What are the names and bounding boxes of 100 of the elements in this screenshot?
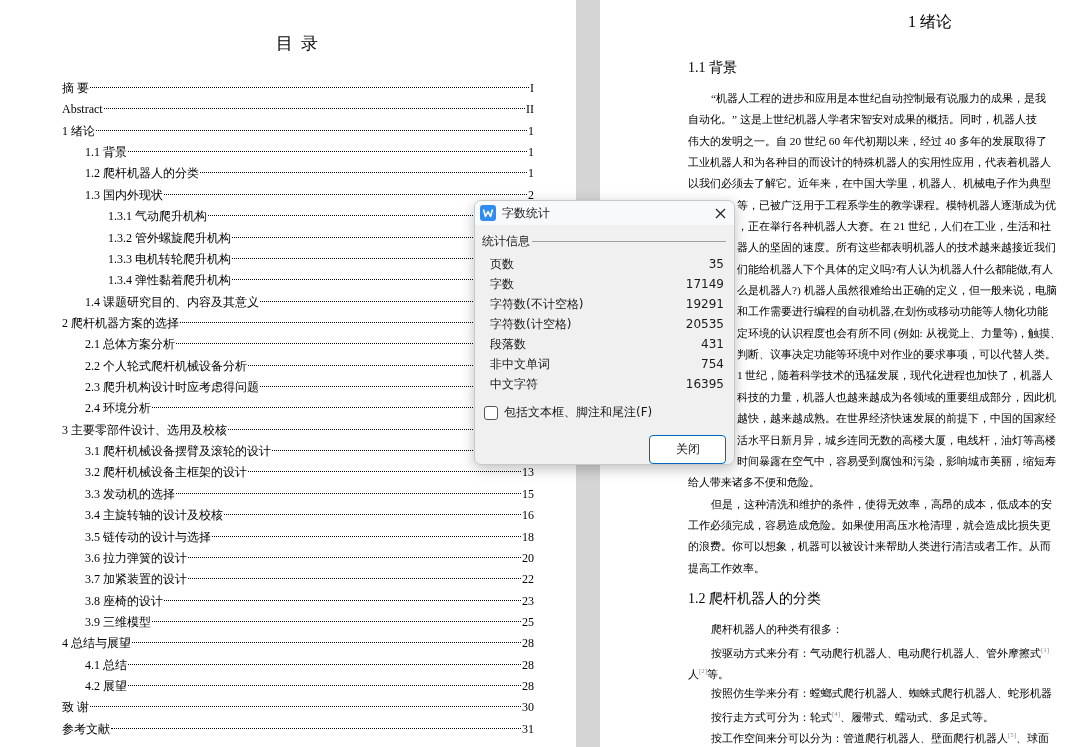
stat-label: 字符数(计空格) <box>490 316 572 333</box>
page-number: I <box>530 80 534 97</box>
body-text-line: 器人的坚固的速度。所有这些都表明机器人的技术越来越接近我们 <box>737 241 1056 254</box>
stat-value: 19291 <box>685 296 724 313</box>
toc-entry[interactable]: 3.9 三维模型 <box>85 612 151 634</box>
page-number: 22 <box>522 571 534 589</box>
toc-entry[interactable]: 2.4 环境分析 <box>85 398 151 420</box>
toc-entry[interactable]: 2.1 总体方案分析 <box>85 334 175 356</box>
page-number: II <box>526 101 534 119</box>
stat-value: 431 <box>701 336 724 353</box>
body-text-line: 按工作空间来分可以分为：管道爬行机器人、壁面爬行机器人$^{[5]}$、球面 <box>711 732 1050 745</box>
body-text-line: 越快，越来越成熟。在世界经济快速发展的前提下，中国的国家经 <box>737 412 1056 425</box>
body-text-line: 等，已被广泛用于工程系学生的教学课程。模特机器人逐渐成为优 <box>737 198 1056 211</box>
toc-entry[interactable]: 1.3.1 气动爬升机构 <box>108 206 207 228</box>
toc-entry[interactable]: 3.7 加紧装置的设计 <box>85 569 187 591</box>
toc-entry[interactable]: 3.4 主旋转轴的设计及校核 <box>85 505 223 527</box>
page-number: 1 <box>528 144 534 162</box>
body-text-line: 的浪费。你可以想象，机器可以被设计来帮助人类进行清洁或者工作。从而 <box>688 540 1051 553</box>
body-text-line: 定环境的认识程度也会有所不同 (例如: 从视觉上、力量等)，触摸、 <box>737 326 1062 339</box>
toc-entry[interactable]: 3.3 发动机的选择 <box>85 483 175 506</box>
toc-entry[interactable]: 4.1 总结 <box>85 654 127 677</box>
page-number: 20 <box>522 549 534 567</box>
toc-entry[interactable]: 摘 要 <box>62 78 89 100</box>
section-heading: 1.2 爬杆机器人的分类 <box>688 589 822 608</box>
stat-label: 非中文单词 <box>490 356 550 373</box>
page-number: 30 <box>522 699 534 717</box>
body-text-line: 以我们必须去了解它。近年来，在中国大学里，机器人、机械电子作为典型 <box>688 177 1051 190</box>
body-text-line: 和工作需要进行编程的自动机器,在划伤或移动功能等人物化功能 <box>737 305 1048 318</box>
toc-entry[interactable]: 1 绪论 <box>62 120 95 143</box>
body-text-line: 时间暴露在空气中，容易受到腐蚀和污染，影响城市美丽，缩短寿 <box>737 454 1056 467</box>
page-number: 2 <box>528 186 534 204</box>
close-dialog-button[interactable]: 关闭 <box>649 435 726 464</box>
toc-entry[interactable]: 致 谢 <box>62 697 89 719</box>
body-text-line: 判断、议事决定功能等环境中对作业的要求事项，可以代替人类。 <box>737 348 1056 361</box>
page-number: 28 <box>522 635 534 653</box>
body-text-line: 自动化。” 这是上世纪机器人学者宋智安对成果的概括。同时，机器人技 <box>688 113 1037 126</box>
toc-entry[interactable]: 3.8 座椅的设计 <box>85 590 163 612</box>
body-text-line: 伟大的发明之一。自 20 世纪 60 年代初期以来，经过 40 多年的发展取得了 <box>688 134 1047 147</box>
toc-entry[interactable]: 4 总结与展望 <box>62 633 131 655</box>
toc-entry[interactable]: 1.2 爬杆机器人的分类 <box>85 163 199 185</box>
body-text-line: 给人带来诸多不便和危险。 <box>688 476 820 489</box>
chapter-heading: 1 绪论 <box>907 12 953 32</box>
body-text-line: 工作必须完成，容易造成危险。如果使用高压水枪清理，就会造成比损失更 <box>688 518 1051 531</box>
body-text-line: 按驱动方式来分有：气动爬行机器人、电动爬行机器人、管外摩擦式$^{[1]}$ <box>711 647 1050 659</box>
stat-label: 字数 <box>490 276 514 293</box>
group-label: 统计信息 <box>482 233 530 250</box>
page-number: 1 <box>528 122 534 140</box>
body-text-line: ，正在举行各种机器人大赛。在 21 世纪，人们在工业，生活和社 <box>737 220 1051 233</box>
body-text-line: 按行走方式可分为：轮式$^{[4]}$、履带式、蠕动式、多足式等。 <box>711 711 995 724</box>
page-number: 16 <box>522 507 534 525</box>
toc-entry[interactable]: 3.2 爬杆机械设备主框架的设计 <box>85 462 247 484</box>
stat-label: 段落数 <box>490 336 526 353</box>
section-heading: 1.1 背景 <box>688 59 738 77</box>
toc-entry[interactable]: 3 主要零部件设计、选用及校核 <box>62 419 227 442</box>
toc-entry[interactable]: 2 爬杆机器方案的选择 <box>62 312 179 335</box>
toc-entry[interactable]: 3.1 爬杆机械设备摆臂及滚轮的设计 <box>85 441 271 463</box>
toc-entry[interactable]: 1.3 国内外现状 <box>85 184 163 207</box>
toc-entry[interactable]: 1.4 课题研究目的、内容及其意义 <box>85 291 259 313</box>
app-logo-icon <box>480 205 496 221</box>
page-number: 31 <box>522 720 534 738</box>
stat-value: 754 <box>701 356 724 373</box>
body-text-line: 工业机器人和为各种目的而设计的特殊机器人的实用性应用，代表着机器人 <box>688 156 1051 169</box>
toc-entry[interactable]: 1.3.4 弹性黏着爬升机构 <box>108 270 231 292</box>
page-number: 25 <box>522 614 534 631</box>
toc-entry[interactable]: 2.2 个人轮式爬杆机械设备分析 <box>85 355 247 378</box>
page-number: 15 <box>522 485 534 503</box>
toc-entry[interactable]: Abstract <box>62 99 103 121</box>
body-text-line: “机器人工程的进步和应用是本世纪自动控制最有说服力的成果，是我 <box>711 92 1046 104</box>
body-text-line: 提高工作效率。 <box>688 561 765 574</box>
stat-label: 页数 <box>490 256 514 273</box>
toc-entry[interactable]: 1.3.2 管外螺旋爬升机构 <box>108 227 231 249</box>
toc-entry[interactable]: 参考文献 <box>62 718 110 741</box>
stat-value: 35 <box>708 256 724 273</box>
close-icon <box>715 207 726 219</box>
stat-value: 20535 <box>685 316 724 333</box>
body-text-line: 么是机器人?) 机器人虽然很难给出正确的定义，但一般来说，电脑 <box>737 284 1057 297</box>
page-number: 28 <box>522 656 534 674</box>
body-text-line: 人$^{[2]}$等。 <box>688 668 730 681</box>
checkbox-label: 包括文本框、脚注和尾注(F) <box>504 404 653 421</box>
toc-title: 目 录 <box>274 33 322 55</box>
body-text-line: 但是，这种清洗和维护的条件，使得无效率，高昂的成本，低成本的安 <box>711 497 1052 510</box>
checkbox[interactable] <box>484 405 498 420</box>
toc-entry[interactable]: 3.5 链传动的设计与选择 <box>85 526 211 548</box>
body-text-line: 们能给机器人下个具体的定义吗?有人认为机器人什么都能做,有人 <box>737 262 1053 275</box>
dialog-title: 字数统计 <box>502 204 551 222</box>
page-number: 28 <box>522 678 534 696</box>
toc-entry[interactable]: 2.3 爬升机构设计时应考虑得问题 <box>85 377 259 399</box>
page-number: 1 <box>528 165 534 183</box>
page-number: 18 <box>522 528 534 546</box>
stat-label: 中文字符 <box>490 376 538 393</box>
body-text-line: 按照仿生学来分有：螳螂式爬行机器人、蜘蛛式爬行机器人、蛇形机器 <box>711 686 1052 699</box>
toc-entry[interactable]: 4.2 展望 <box>85 676 127 698</box>
page-number: 13 <box>522 464 534 482</box>
toc-entry[interactable]: 3.6 拉力弹簧的设计 <box>85 547 187 570</box>
stat-label: 字符数(不计空格) <box>490 296 584 313</box>
stat-value: 17149 <box>685 276 724 293</box>
body-text-line: 活水平日新月异，城乡连同无数的高楼大厦，电线杆，油灯等高楼 <box>737 433 1056 446</box>
toc-entry[interactable]: 1.1 背景 <box>85 142 127 164</box>
body-text-line: 1 世纪，随着科学技术的迅猛发展，现代化进程也加快了，机器人 <box>737 369 1054 382</box>
toc-entry[interactable]: 1.3.3 电机转轮爬升机构 <box>108 248 231 271</box>
